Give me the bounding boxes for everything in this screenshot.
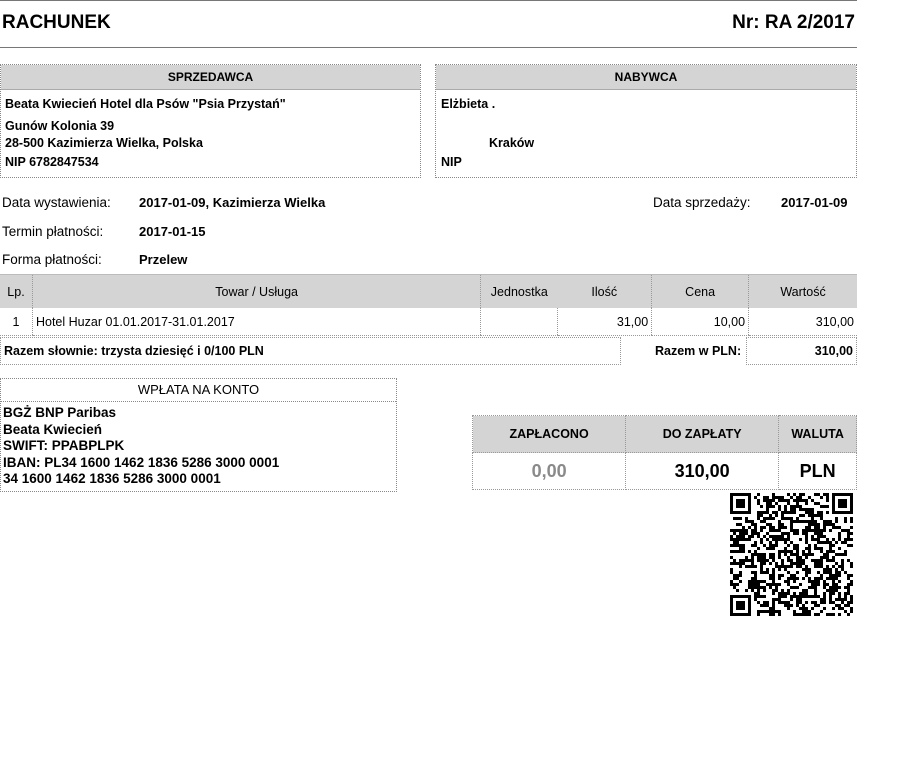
- iban: IBAN: PL34 1600 1462 1836 5286 3000 0001: [3, 454, 280, 470]
- seller-name: Beata Kwiecień Hotel dla Psów "Psia Przy…: [5, 97, 286, 111]
- bank-account-box: WPŁATA NA KONTO BGŻ BNP Paribas Beata Kw…: [0, 378, 397, 492]
- col-lp: Lp.: [0, 274, 33, 308]
- row-unit: [480, 308, 558, 336]
- issue-date-value: 2017-01-09, Kazimierza Wielka: [139, 195, 326, 210]
- seller-heading: SPRZEDAWCA: [1, 65, 420, 90]
- document-title: RACHUNEK: [2, 12, 111, 33]
- buyer-nip: NIP: [441, 155, 462, 169]
- currency-value: PLN: [778, 452, 857, 490]
- items-table: Lp. Towar / Usługa Jednostka Ilość Cena …: [0, 274, 857, 336]
- row-value: 310,00: [748, 308, 857, 336]
- sale-date-label: Data sprzedaży:: [653, 195, 751, 210]
- seller-city: 28-500 Kazimierza Wielka, Polska: [5, 136, 203, 150]
- sale-date-value: 2017-01-09: [781, 195, 848, 210]
- col-unit: Jednostka: [480, 274, 558, 308]
- row-lp: 1: [0, 308, 33, 336]
- seller-street: Gunów Kolonia 39: [5, 119, 115, 133]
- seller-box: SPRZEDAWCA Beata Kwiecień Hotel dla Psów…: [0, 64, 421, 178]
- total-label: Razem w PLN:: [655, 344, 742, 358]
- row-price: 10,00: [651, 308, 749, 336]
- swift-code: SWIFT: PPABPLPK: [3, 438, 125, 453]
- bank-name: BGŻ BNP Paribas: [3, 405, 117, 420]
- col-product: Towar / Usługa: [31, 274, 481, 308]
- col-quantity: Ilość: [557, 274, 652, 308]
- document-number: Nr: RA 2/2017: [732, 12, 855, 33]
- top-rule: [0, 0, 857, 1]
- paid-value: 0,00: [471, 452, 627, 490]
- currency-label: WALUTA: [778, 415, 857, 453]
- due-date-label: Termin płatności:: [2, 224, 104, 239]
- buyer-city: Kraków: [489, 136, 535, 150]
- payment-method-value: Przelew: [139, 252, 188, 267]
- buyer-name: Elżbieta .: [441, 97, 496, 111]
- buyer-heading: NABYWCA: [436, 65, 856, 90]
- buyer-box: NABYWCA Elżbieta . Kraków NIP: [435, 64, 857, 178]
- due-label: DO ZAPŁATY: [625, 415, 780, 453]
- amount-in-words: Razem słownie: trzysta dziesięć i 0/100 …: [0, 337, 621, 365]
- issue-date-label: Data wystawienia:: [2, 195, 111, 210]
- account-holder: Beata Kwiecień: [3, 421, 103, 437]
- bank-account-heading: WPŁATA NA KONTO: [1, 379, 396, 402]
- qr-code-icon: [730, 493, 853, 616]
- totals-table: ZAPŁACONO DO ZAPŁATY WALUTA 0,00 310,00 …: [471, 415, 857, 490]
- paid-label: ZAPŁACONO: [471, 415, 627, 453]
- due-value: 310,00: [625, 452, 780, 490]
- total-value: 310,00: [746, 337, 857, 365]
- col-value: Wartość: [748, 274, 857, 308]
- seller-nip: NIP 6782847534: [5, 155, 99, 169]
- items-header-row: Lp. Towar / Usługa Jednostka Ilość Cena …: [0, 274, 857, 308]
- col-price: Cena: [651, 274, 749, 308]
- payment-method-label: Forma płatności:: [2, 252, 102, 267]
- account-number: 34 1600 1462 1836 5286 3000 0001: [3, 471, 221, 486]
- due-date-value: 2017-01-15: [139, 224, 206, 239]
- row-quantity: 31,00: [556, 308, 652, 336]
- row-product: Hotel Huzar 01.01.2017-31.01.2017: [31, 308, 481, 336]
- table-row: 1 Hotel Huzar 01.01.2017-31.01.2017 31,0…: [0, 308, 857, 336]
- header-rule: [0, 47, 857, 48]
